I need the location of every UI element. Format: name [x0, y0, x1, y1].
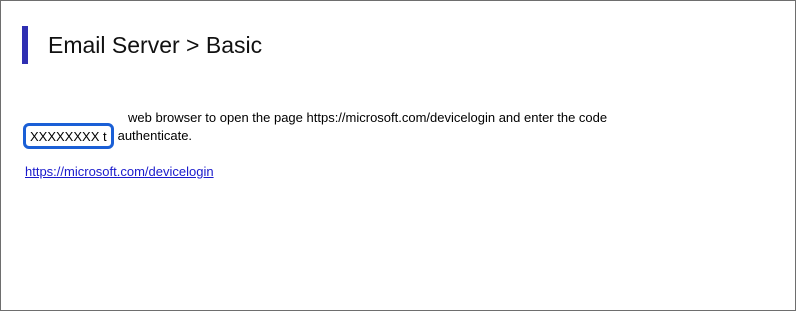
page-header: Email Server > Basic [22, 26, 262, 64]
header-accent-bar [22, 26, 28, 64]
page-frame: Email Server > Basic web browser to open… [0, 0, 796, 311]
device-code-highlight: XXXXXXXX t [23, 123, 114, 149]
device-code: XXXXXXXX t [30, 129, 107, 144]
instructions-line-1-text: web browser to open the page https://mic… [128, 110, 608, 125]
instructions-line-2-text: authenticate. [117, 128, 193, 143]
instructions-line-2: XXXXXXXX t authenticate. [23, 123, 725, 149]
devicelogin-link[interactable]: https://microsoft.com/devicelogin [25, 164, 214, 179]
page-title: Email Server > Basic [48, 31, 263, 58]
instructions-line-1: web browser to open the page https://mic… [25, 110, 725, 126]
instructions-text: web browser to open the page https://mic… [23, 110, 725, 149]
